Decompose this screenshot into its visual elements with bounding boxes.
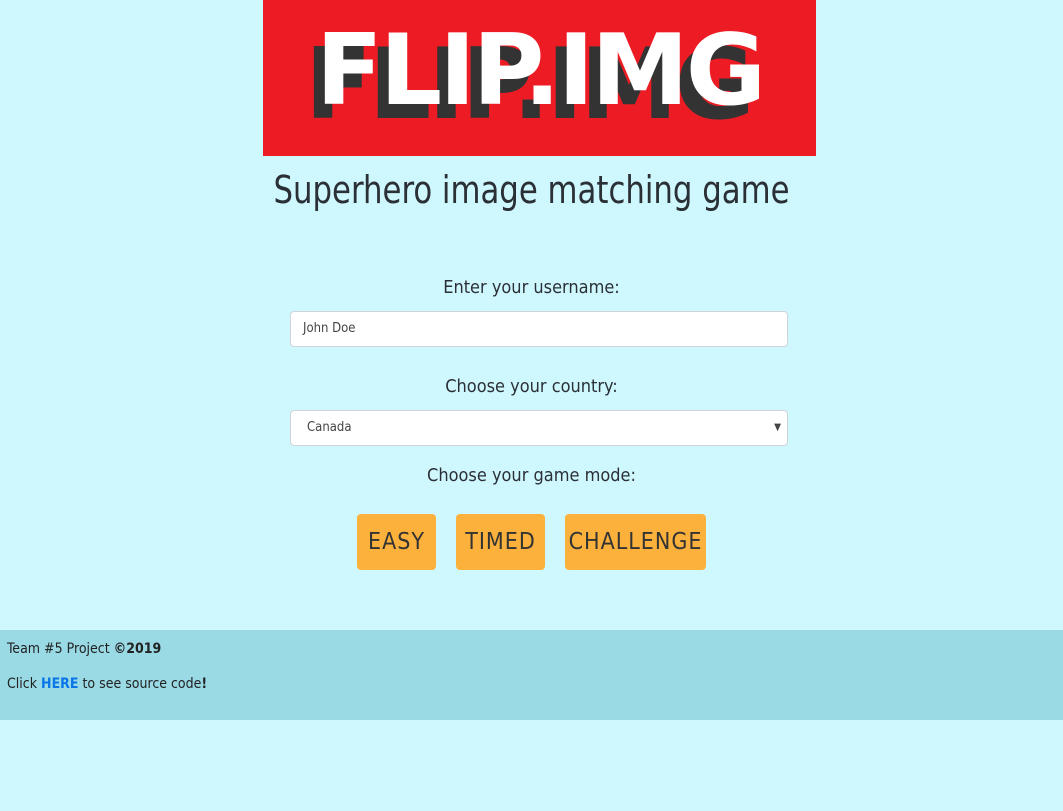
- source-text: to see source code: [82, 676, 202, 692]
- country-selected-value: Canada: [307, 420, 352, 435]
- team-text: Team #5 Project: [7, 641, 110, 657]
- username-input[interactable]: John Doe: [290, 311, 788, 347]
- copyright-text: ©2019: [113, 641, 162, 657]
- exclaim-text: !: [201, 676, 208, 692]
- timed-mode-button[interactable]: TIMED: [456, 514, 545, 570]
- footer: Team #5 Project ©2019 Click HERE to see …: [0, 630, 1063, 720]
- chevron-down-icon: ▼: [774, 422, 781, 433]
- page-subtitle: Superhero image matching game: [273, 168, 790, 212]
- logo-text: FLIP.IMG: [315, 14, 766, 128]
- country-select[interactable]: Canada ▼: [290, 410, 788, 446]
- easy-mode-button[interactable]: EASY: [357, 514, 436, 570]
- challenge-mode-button[interactable]: CHALLENGE: [565, 514, 706, 570]
- country-label: Choose your country:: [445, 376, 618, 397]
- footer-source-line: Click HERE to see source code!: [7, 676, 207, 692]
- source-code-link[interactable]: HERE: [41, 676, 78, 692]
- footer-credit: Team #5 Project ©2019: [7, 641, 161, 657]
- logo-banner: FLIP.IMG: [263, 0, 816, 156]
- click-text: Click: [7, 676, 38, 692]
- game-mode-label: Choose your game mode:: [427, 465, 636, 486]
- username-label: Enter your username:: [443, 277, 620, 298]
